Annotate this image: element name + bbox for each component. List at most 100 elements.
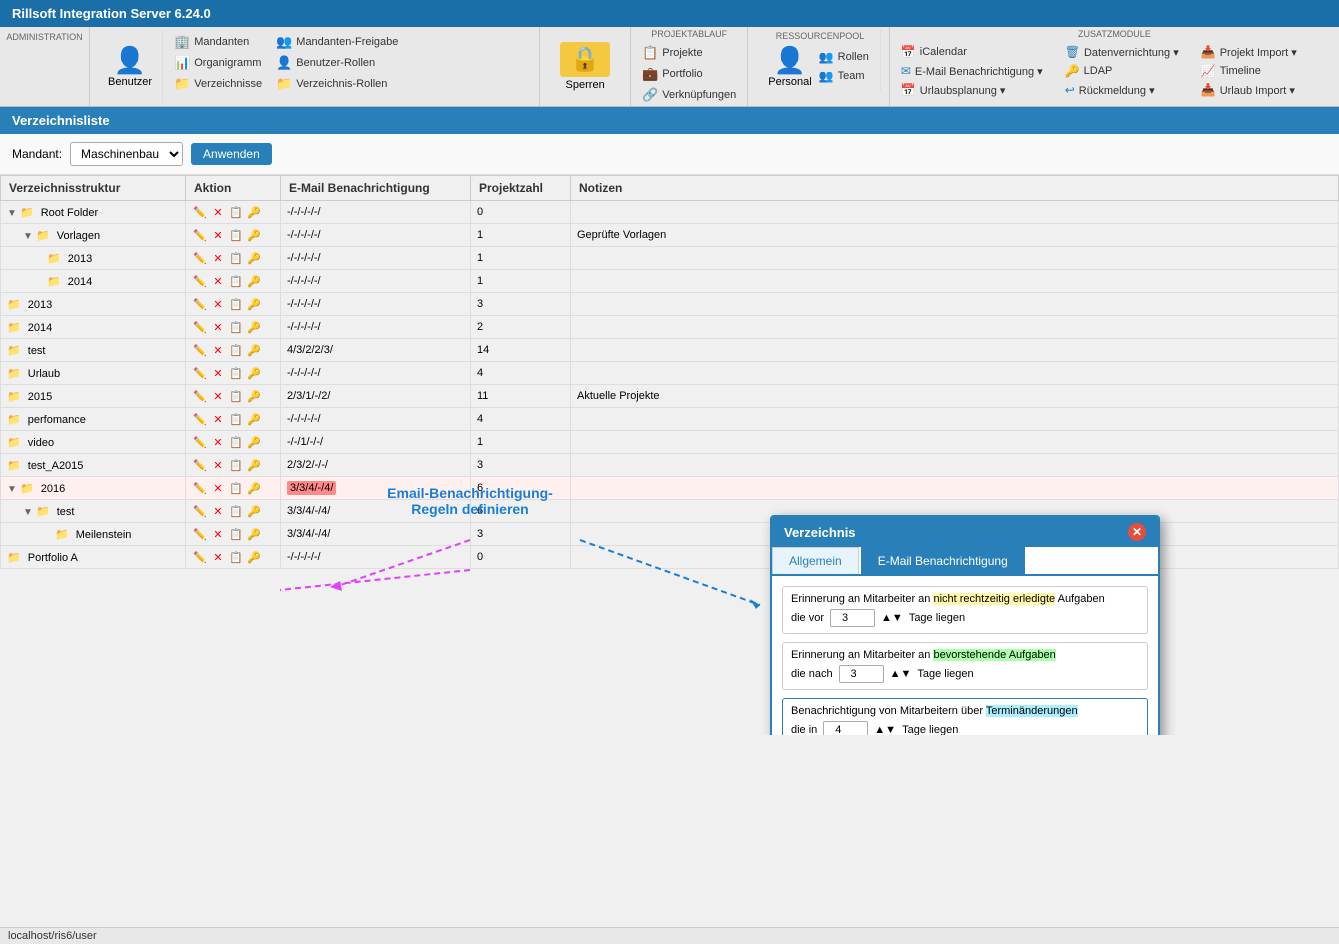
copy-icon[interactable]: 📋 bbox=[228, 457, 244, 473]
portfolio-item[interactable]: 💼 Portfolio bbox=[639, 65, 739, 83]
delete-icon[interactable]: ✕ bbox=[210, 273, 226, 289]
key-icon[interactable]: 🔑 bbox=[246, 250, 262, 266]
delete-icon[interactable]: ✕ bbox=[210, 227, 226, 243]
email-benachrichtigung-item[interactable]: ✉ E-Mail Benachrichtigung ▾ bbox=[898, 63, 1046, 79]
projekt-import-item[interactable]: 📥 Projekt Import ▾ bbox=[1198, 44, 1300, 60]
key-icon[interactable]: 🔑 bbox=[246, 227, 262, 243]
copy-icon[interactable]: 📋 bbox=[228, 319, 244, 335]
copy-icon[interactable]: 📋 bbox=[228, 365, 244, 381]
dialog-header: Verzeichnis ✕ bbox=[772, 517, 1158, 547]
delete-icon[interactable]: ✕ bbox=[210, 204, 226, 220]
copy-icon[interactable]: 📋 bbox=[228, 434, 244, 450]
tab-allgemein[interactable]: Allgemein bbox=[772, 547, 859, 574]
copy-icon[interactable]: 📋 bbox=[228, 503, 244, 519]
edit-icon[interactable]: ✏️ bbox=[192, 457, 208, 473]
key-icon[interactable]: 🔑 bbox=[246, 411, 262, 427]
key-icon[interactable]: 🔑 bbox=[246, 273, 262, 289]
edit-icon[interactable]: ✏️ bbox=[192, 273, 208, 289]
personal-button[interactable]: 👤 Personal bbox=[768, 45, 811, 88]
copy-icon[interactable]: 📋 bbox=[228, 342, 244, 358]
delete-icon[interactable]: ✕ bbox=[210, 411, 226, 427]
projekte-item[interactable]: 📋 Projekte bbox=[639, 44, 739, 62]
edit-icon[interactable]: ✏️ bbox=[192, 434, 208, 450]
delete-icon[interactable]: ✕ bbox=[210, 526, 226, 542]
benutzer-rollen-item[interactable]: 👤 Benutzer-Rollen bbox=[273, 54, 401, 72]
form-group-3: Benachrichtigung von Mitarbeitern über T… bbox=[782, 698, 1148, 735]
mandanten-freigabe-item[interactable]: 👥 Mandanten-Freigabe bbox=[273, 33, 401, 51]
edit-icon[interactable]: ✏️ bbox=[192, 549, 208, 565]
key-icon[interactable]: 🔑 bbox=[246, 549, 262, 565]
delete-icon[interactable]: ✕ bbox=[210, 503, 226, 519]
group1-days-input[interactable] bbox=[830, 609, 875, 627]
icalendar-item[interactable]: 📅 iCalendar bbox=[898, 44, 1046, 60]
key-icon[interactable]: 🔑 bbox=[246, 388, 262, 404]
urlaubsplanung-item[interactable]: 📅 Urlaubsplanung ▾ bbox=[898, 82, 1046, 98]
delete-icon[interactable]: ✕ bbox=[210, 480, 226, 496]
delete-icon[interactable]: ✕ bbox=[210, 365, 226, 381]
mandanten-item[interactable]: 🏢 Mandanten bbox=[171, 33, 265, 51]
delete-icon[interactable]: ✕ bbox=[210, 250, 226, 266]
col-header-structure: Verzeichnisstruktur bbox=[1, 176, 186, 201]
copy-icon[interactable]: 📋 bbox=[228, 273, 244, 289]
rollen-item[interactable]: 👥 Rollen bbox=[816, 49, 872, 65]
ldap-item[interactable]: 🔑 LDAP bbox=[1062, 63, 1182, 79]
edit-icon[interactable]: ✏️ bbox=[192, 204, 208, 220]
copy-icon[interactable]: 📋 bbox=[228, 526, 244, 542]
edit-icon[interactable]: ✏️ bbox=[192, 503, 208, 519]
group2-days-input[interactable] bbox=[839, 665, 884, 683]
edit-icon[interactable]: ✏️ bbox=[192, 319, 208, 335]
key-icon[interactable]: 🔑 bbox=[246, 503, 262, 519]
key-icon[interactable]: 🔑 bbox=[246, 526, 262, 542]
benutzer-button[interactable]: 👤 Benutzer bbox=[98, 31, 163, 102]
copy-icon[interactable]: 📋 bbox=[228, 549, 244, 565]
key-icon[interactable]: 🔑 bbox=[246, 365, 262, 381]
verzeichnisse-item[interactable]: 📁 Verzeichnisse bbox=[171, 75, 265, 93]
copy-icon[interactable]: 📋 bbox=[228, 480, 244, 496]
organigramm-item[interactable]: 📊 Organigramm bbox=[171, 54, 265, 72]
verzeichnis-rollen-item[interactable]: 📁 Verzeichnis-Rollen bbox=[273, 75, 401, 93]
datenvernichtung-item[interactable]: 🗑 Datenvernichtung ▾ bbox=[1062, 44, 1182, 60]
delete-icon[interactable]: ✕ bbox=[210, 388, 226, 404]
delete-icon[interactable]: ✕ bbox=[210, 319, 226, 335]
delete-icon[interactable]: ✕ bbox=[210, 549, 226, 565]
key-icon[interactable]: 🔑 bbox=[246, 480, 262, 496]
ruckmeldung-item[interactable]: ↩ Rückmeldung ▾ bbox=[1062, 82, 1182, 98]
key-icon[interactable]: 🔑 bbox=[246, 319, 262, 335]
edit-icon[interactable]: ✏️ bbox=[192, 480, 208, 496]
apply-button[interactable]: Anwenden bbox=[191, 143, 272, 165]
key-icon[interactable]: 🔑 bbox=[246, 296, 262, 312]
group3-days-input[interactable] bbox=[823, 721, 868, 735]
tab-email-benachrichtigung[interactable]: E-Mail Benachrichtigung bbox=[861, 547, 1025, 574]
sperren-button[interactable]: 🔒 Sperren bbox=[540, 27, 631, 106]
key-icon[interactable]: 🔑 bbox=[246, 457, 262, 473]
table-row: 📁 2013 ✏️ ✕ 📋 🔑 -/-/-/-/-/ 1 bbox=[1, 247, 1339, 270]
verknupfungen-item[interactable]: 🔗 Verknüpfungen bbox=[639, 86, 739, 104]
edit-icon[interactable]: ✏️ bbox=[192, 227, 208, 243]
dialog-close-button[interactable]: ✕ bbox=[1128, 523, 1146, 541]
delete-icon[interactable]: ✕ bbox=[210, 434, 226, 450]
edit-icon[interactable]: ✏️ bbox=[192, 250, 208, 266]
delete-icon[interactable]: ✕ bbox=[210, 296, 226, 312]
table-row: 📁 2014 ✏️ ✕ 📋 🔑 -/-/-/-/-/ 2 bbox=[1, 316, 1339, 339]
edit-icon[interactable]: ✏️ bbox=[192, 296, 208, 312]
copy-icon[interactable]: 📋 bbox=[228, 204, 244, 220]
copy-icon[interactable]: 📋 bbox=[228, 250, 244, 266]
timeline-item[interactable]: 📈 Timeline bbox=[1198, 63, 1300, 79]
copy-icon[interactable]: 📋 bbox=[228, 411, 244, 427]
copy-icon[interactable]: 📋 bbox=[228, 388, 244, 404]
edit-icon[interactable]: ✏️ bbox=[192, 365, 208, 381]
urlaub-import-item[interactable]: 📥 Urlaub Import ▾ bbox=[1198, 82, 1300, 98]
delete-icon[interactable]: ✕ bbox=[210, 457, 226, 473]
edit-icon[interactable]: ✏️ bbox=[192, 411, 208, 427]
copy-icon[interactable]: 📋 bbox=[228, 227, 244, 243]
key-icon[interactable]: 🔑 bbox=[246, 204, 262, 220]
edit-icon[interactable]: ✏️ bbox=[192, 342, 208, 358]
delete-icon[interactable]: ✕ bbox=[210, 342, 226, 358]
edit-icon[interactable]: ✏️ bbox=[192, 388, 208, 404]
key-icon[interactable]: 🔑 bbox=[246, 434, 262, 450]
copy-icon[interactable]: 📋 bbox=[228, 296, 244, 312]
edit-icon[interactable]: ✏️ bbox=[192, 526, 208, 542]
mandant-select[interactable]: Maschinenbau bbox=[70, 142, 183, 166]
key-icon[interactable]: 🔑 bbox=[246, 342, 262, 358]
team-item[interactable]: 👥 Team bbox=[816, 68, 872, 84]
